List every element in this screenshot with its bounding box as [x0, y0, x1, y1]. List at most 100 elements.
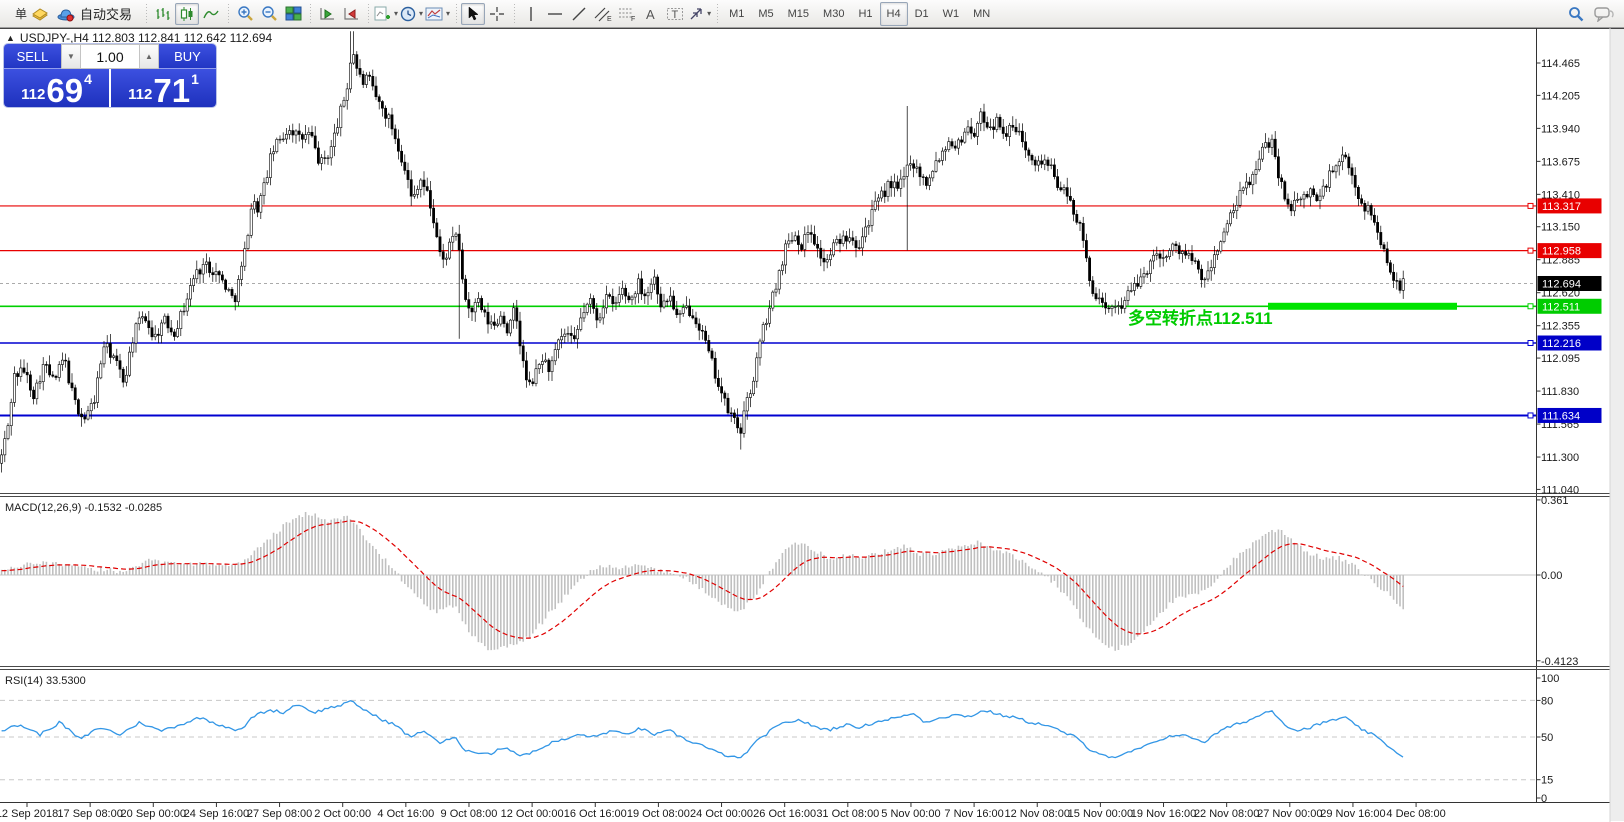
fibonacci-icon: F [618, 6, 636, 22]
chat-icon[interactable] [1594, 6, 1614, 22]
candlestick-chart-button[interactable] [175, 3, 199, 25]
fibonacci-button[interactable]: F [615, 3, 639, 25]
toolbar-grip [308, 4, 312, 24]
svg-text:0.361: 0.361 [1541, 495, 1569, 507]
new-order-label: 单 [15, 5, 27, 22]
timeframe-d1[interactable]: D1 [908, 2, 936, 26]
svg-text:112.958: 112.958 [1542, 246, 1581, 258]
svg-text:112.694: 112.694 [1542, 278, 1581, 290]
svg-text:F: F [631, 16, 635, 22]
svg-text:27 Nov 00:00: 27 Nov 00:00 [1257, 808, 1322, 820]
volume-increase-button[interactable]: ▲ [139, 44, 159, 69]
toolbar-grip [454, 4, 458, 24]
text-label-button[interactable]: T [663, 3, 687, 25]
toolbar-grip [715, 4, 719, 24]
spin-up-icon: ▲ [145, 52, 153, 61]
svg-text:113.940: 113.940 [1541, 123, 1580, 135]
equidistant-channel-button[interactable]: E [591, 3, 615, 25]
buy-price[interactable]: 112 71 1 [111, 69, 216, 107]
toolbar-grip [366, 4, 370, 24]
vertical-line-button[interactable] [519, 3, 543, 25]
dropdown-arrow-icon: ▾ [707, 9, 711, 18]
timeframe-m5[interactable]: M5 [751, 2, 780, 26]
search-icon[interactable] [1568, 6, 1584, 22]
autotrading-icon [57, 6, 75, 22]
text-button[interactable]: A [639, 3, 663, 25]
buy-price-pip: 1 [191, 72, 199, 86]
macd-indicator-label: MACD(12,26,9) -0.1532 -0.0285 [5, 502, 162, 514]
main-toolbar: 单 自动交易 [0, 0, 1624, 28]
cursor-button[interactable] [461, 3, 485, 25]
collapse-trade-panel-icon[interactable]: ▲ [6, 33, 15, 43]
pivot-annotation: 多空转折点112.511 [1128, 304, 1273, 329]
new-order-button[interactable]: 单 [2, 3, 28, 25]
timeframe-h1[interactable]: H1 [851, 2, 879, 26]
auto-scroll-button[interactable] [315, 3, 339, 25]
svg-text:114.465: 114.465 [1541, 58, 1580, 70]
chart-window: 114.465114.205113.940113.675113.410113.1… [0, 28, 1624, 822]
vertical-line-icon [524, 6, 538, 22]
chart-shift-button[interactable] [339, 3, 363, 25]
timeframe-w1[interactable]: W1 [936, 2, 967, 26]
sell-price-prefix: 112 [21, 87, 45, 102]
metaeditor-icon [31, 6, 49, 22]
dropdown-arrow-icon: ▾ [446, 9, 450, 18]
horizontal-line-button[interactable] [543, 3, 567, 25]
autotrading-button[interactable]: 自动交易 [52, 3, 141, 25]
timeframe-m15[interactable]: M15 [781, 2, 816, 26]
dropdown-arrow-icon: ▾ [419, 9, 423, 18]
svg-text:114.205: 114.205 [1541, 90, 1580, 102]
templates-button[interactable]: ▾ [424, 3, 451, 25]
arrows-button[interactable]: ▾ [687, 3, 712, 25]
svg-text:31 Oct 08:00: 31 Oct 08:00 [816, 808, 879, 820]
sell-button[interactable]: SELL [4, 44, 61, 69]
volume-decrease-button[interactable]: ▼ [61, 44, 81, 69]
trendline-button[interactable] [567, 3, 591, 25]
indicators-button[interactable]: ▾ [373, 3, 399, 25]
crosshair-button[interactable] [485, 3, 509, 25]
zoom-out-button[interactable] [257, 3, 281, 25]
svg-text:19 Oct 08:00: 19 Oct 08:00 [627, 808, 690, 820]
svg-text:24 Sep 16:00: 24 Sep 16:00 [184, 808, 249, 820]
line-chart-icon [203, 6, 219, 22]
auto-scroll-icon [319, 6, 336, 22]
svg-text:16 Oct 16:00: 16 Oct 16:00 [564, 808, 627, 820]
autotrading-label: 自动交易 [76, 4, 136, 23]
buy-button[interactable]: BUY [159, 44, 216, 69]
zoom-out-icon [261, 5, 278, 22]
line-chart-button[interactable] [199, 3, 223, 25]
zoom-in-button[interactable] [233, 3, 257, 25]
svg-text:9 Oct 08:00: 9 Oct 08:00 [441, 808, 498, 820]
svg-text:2 Oct 00:00: 2 Oct 00:00 [314, 808, 371, 820]
timeframe-h4[interactable]: H4 [880, 2, 908, 26]
toolbar-grip [226, 4, 230, 24]
one-click-trade-panel: SELL ▼ 1.00 ▲ BUY 112 69 4 112 71 1 [4, 44, 216, 107]
svg-text:111.830: 111.830 [1541, 386, 1579, 398]
spin-down-icon: ▼ [67, 52, 75, 61]
timeframe-m30[interactable]: M30 [816, 2, 851, 26]
sell-price[interactable]: 112 69 4 [4, 69, 109, 107]
svg-text:15: 15 [1541, 775, 1553, 787]
periods-button[interactable]: ▾ [399, 3, 424, 25]
svg-text:12 Nov 08:00: 12 Nov 08:00 [1005, 808, 1070, 820]
bar-chart-button[interactable] [151, 3, 175, 25]
clock-icon [400, 6, 416, 22]
svg-text:22 Nov 08:00: 22 Nov 08:00 [1194, 808, 1259, 820]
sell-price-pip: 4 [84, 72, 92, 86]
timeframe-mn[interactable]: MN [966, 2, 997, 26]
metaeditor-button[interactable] [28, 3, 52, 25]
chart-title: ▲ USDJPY-,H4 112.803 112.841 112.642 112… [6, 31, 272, 45]
tile-windows-button[interactable] [281, 3, 305, 25]
indicators-icon [374, 6, 391, 22]
svg-text:113.150: 113.150 [1541, 222, 1580, 234]
volume-input[interactable]: 1.00 [81, 44, 139, 69]
svg-text:4 Oct 16:00: 4 Oct 16:00 [377, 808, 434, 820]
svg-text:19 Nov 16:00: 19 Nov 16:00 [1131, 808, 1196, 820]
timeframe-m1[interactable]: M1 [722, 2, 751, 26]
chart-canvas[interactable]: 114.465114.205113.940113.675113.410113.1… [0, 28, 1624, 822]
rsi-indicator-label: RSI(14) 33.5300 [5, 675, 86, 687]
svg-text:113.675: 113.675 [1541, 156, 1580, 168]
buy-price-prefix: 112 [128, 87, 152, 102]
svg-text:100: 100 [1541, 673, 1559, 685]
svg-text:112.355: 112.355 [1541, 321, 1580, 333]
